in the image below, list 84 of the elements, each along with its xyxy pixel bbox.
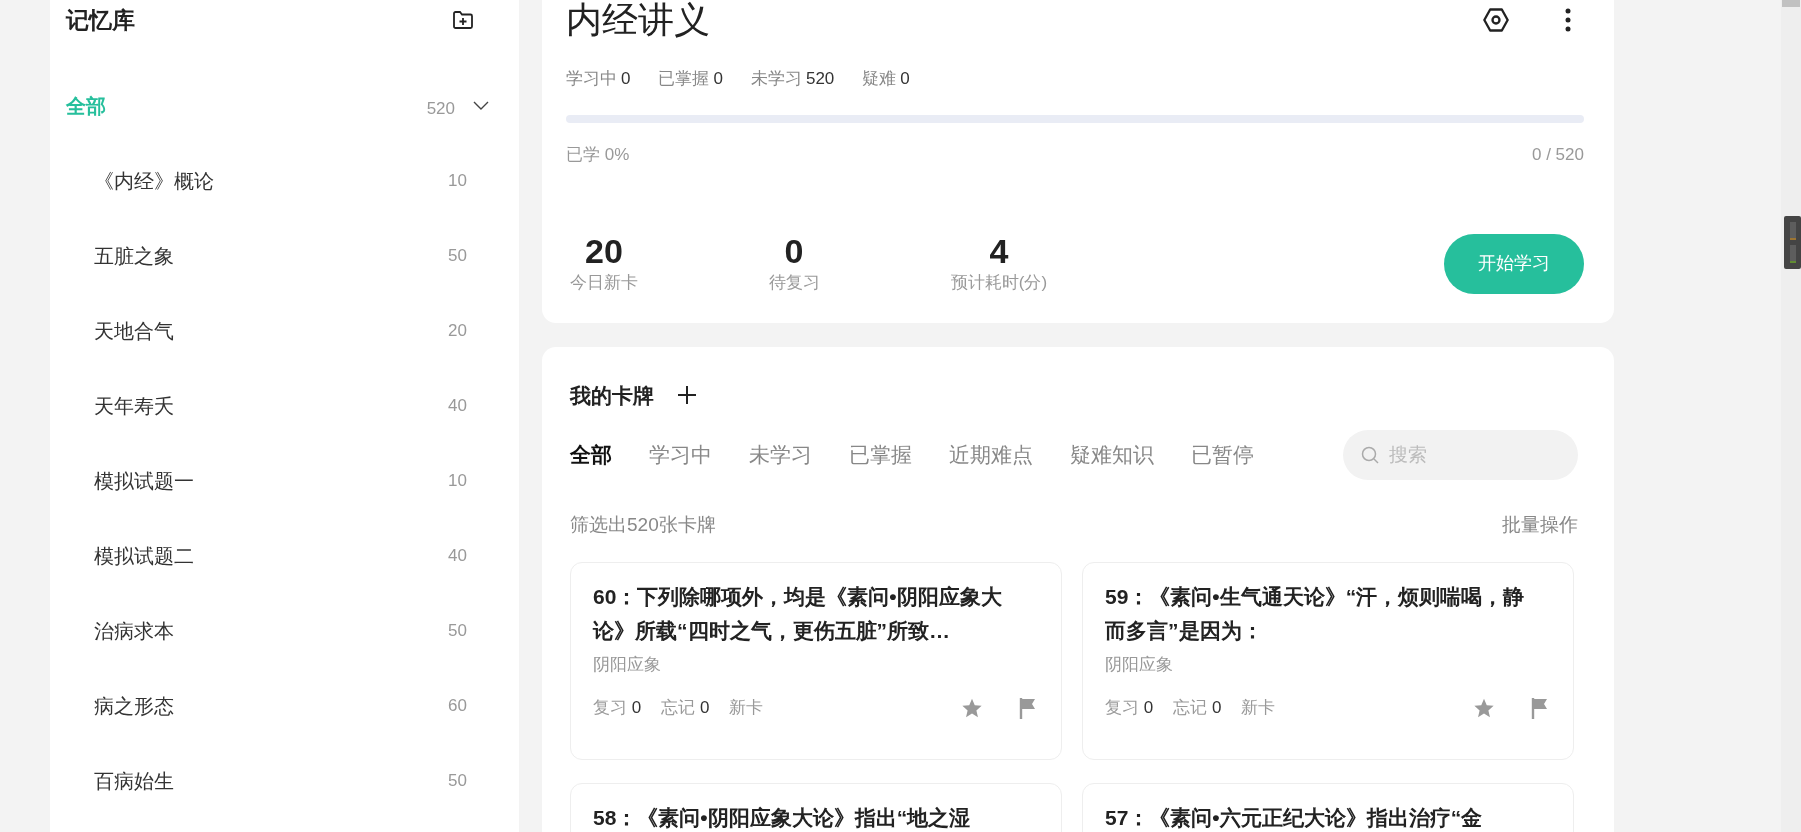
tree-item[interactable]: 模拟试题二 40 <box>66 518 489 593</box>
level-meter-icon <box>1784 216 1801 269</box>
flashcard[interactable]: 60：下列除哪项外，均是《素问•阴阳应象大论》所载“四时之气，更伤五脏”所致… 阴阳应象 复习 0 忘记 0 新卡 <box>570 561 1062 760</box>
item-count: 10 <box>448 169 467 192</box>
search-icon <box>1361 446 1379 464</box>
tree-item[interactable]: 五脏之象 50 <box>66 218 489 293</box>
add-folder-icon[interactable] <box>451 8 475 32</box>
card-tag: 阴阳应象 <box>1105 651 1549 677</box>
item-count: 520 <box>426 98 455 120</box>
tree-item[interactable]: 模拟试题一 10 <box>66 443 489 518</box>
stat-number: 4 <box>989 232 1009 270</box>
item-count: 10 <box>448 469 467 492</box>
review-count: 复习 0 <box>1105 697 1154 719</box>
item-count: 50 <box>448 769 467 792</box>
stat-caption: 今日新卡 <box>570 272 638 294</box>
stat-label: 学习中 <box>566 68 617 90</box>
filter-tab[interactable]: 已暂停 <box>1191 439 1254 471</box>
item-count: 60 <box>448 694 467 717</box>
tree-label: 天年寿夭 <box>94 393 175 419</box>
stat-label: 已掌握 <box>658 68 710 90</box>
stat-value: 0 <box>621 68 631 90</box>
stat-label: 未学习 <box>750 68 802 90</box>
card-tag: 阴阳应象 <box>593 651 1037 677</box>
tree-label: 百病始生 <box>94 768 175 794</box>
item-count: 50 <box>448 244 467 267</box>
item-count: 50 <box>448 619 467 642</box>
card-status: 新卡 <box>1241 697 1276 719</box>
progress-reading: 0 / 520 <box>1532 143 1584 166</box>
tree-item[interactable]: 天地合气 20 <box>66 293 489 368</box>
stat-number: 20 <box>585 232 623 270</box>
tree-item[interactable]: 病之形态 60 <box>66 668 489 743</box>
stat-label: 疑难 <box>862 68 897 90</box>
tree-label: 五脏之象 <box>94 243 175 269</box>
forget-count: 忘记 0 <box>661 697 710 719</box>
stat-caption: 待复习 <box>768 272 820 294</box>
filter-tab[interactable]: 已掌握 <box>849 439 912 471</box>
tree-item[interactable]: 《内经》概论 10 <box>66 143 489 218</box>
card-question: 58：《素问•阴阳应象大论》指出“地之湿 <box>593 804 972 831</box>
tree-label: 治病求本 <box>94 618 175 644</box>
tree-label: 《内经》概论 <box>94 168 215 194</box>
stat-value: 0 <box>713 68 723 90</box>
filter-tab[interactable]: 学习中 <box>649 439 712 471</box>
item-count: 40 <box>448 394 467 417</box>
tree-label: 模拟试题二 <box>94 543 195 569</box>
tree-label: 病之形态 <box>94 693 175 719</box>
card-status: 新卡 <box>729 697 764 719</box>
card-question: 57：《素问•六元正纪大论》指出治疗“金 <box>1105 804 1484 831</box>
deck-title: 内经讲义 <box>566 0 711 40</box>
item-count: 20 <box>448 319 467 342</box>
batch-action-link[interactable]: 批量操作 <box>1502 511 1578 540</box>
tree-item[interactable]: 天年寿夭 40 <box>66 368 489 443</box>
review-count: 复习 0 <box>593 697 642 719</box>
scrollbar-thumb[interactable] <box>1782 0 1800 7</box>
flag-icon[interactable] <box>1531 696 1549 719</box>
more-icon[interactable] <box>1564 7 1572 33</box>
forget-count: 忘记 0 <box>1173 697 1222 719</box>
flag-icon[interactable] <box>1019 696 1037 719</box>
flashcard[interactable]: 58：《素问•阴阳应象大论》指出“地之湿 <box>570 782 1062 832</box>
add-icon[interactable] <box>676 384 698 407</box>
card-question: 59：《素问•生气通天论》“汗，烦则喘喝，静而多言”是因为： <box>1105 583 1525 644</box>
tree-label: 模拟试题一 <box>94 468 195 494</box>
flashcard[interactable]: 59：《素问•生气通天论》“汗，烦则喘喝，静而多言”是因为： 阴阳应象 复习 0 忘记 0 新卡 <box>1082 561 1574 760</box>
stat-value: 0 <box>900 68 910 90</box>
filter-tab[interactable]: 近期难点 <box>949 439 1033 471</box>
stat-caption: 预计耗时(分) <box>950 272 1048 294</box>
tree-label: 天地合气 <box>94 318 175 344</box>
filter-tab[interactable]: 疑难知识 <box>1070 439 1154 471</box>
card-question: 60：下列除哪项外，均是《素问•阴阳应象大论》所载“四时之气，更伤五脏”所致… <box>593 583 1003 644</box>
panel-title: 我的卡牌 <box>570 382 654 409</box>
progress-label: 已学 0% <box>566 143 630 166</box>
chevron-down-icon[interactable] <box>473 100 489 111</box>
tree-item[interactable]: 百病始生 50 <box>66 743 489 818</box>
tree-label: 全部 <box>66 93 107 119</box>
stat-number: 0 <box>784 232 804 270</box>
filter-count: 筛选出520张卡牌 <box>570 513 716 537</box>
item-count: 40 <box>448 544 467 567</box>
filter-tab[interactable]: 全部 <box>570 439 612 471</box>
flashcard[interactable]: 57：《素问•六元正纪大论》指出治疗“金 <box>1082 782 1574 832</box>
sidebar-title: 记忆库 <box>66 5 135 35</box>
tree-item[interactable]: 治病求本 50 <box>66 593 489 668</box>
filter-tab[interactable]: 未学习 <box>749 439 812 471</box>
settings-icon[interactable] <box>1482 6 1510 34</box>
stat-value: 520 <box>805 68 835 90</box>
scrollbar[interactable] <box>1781 0 1801 832</box>
